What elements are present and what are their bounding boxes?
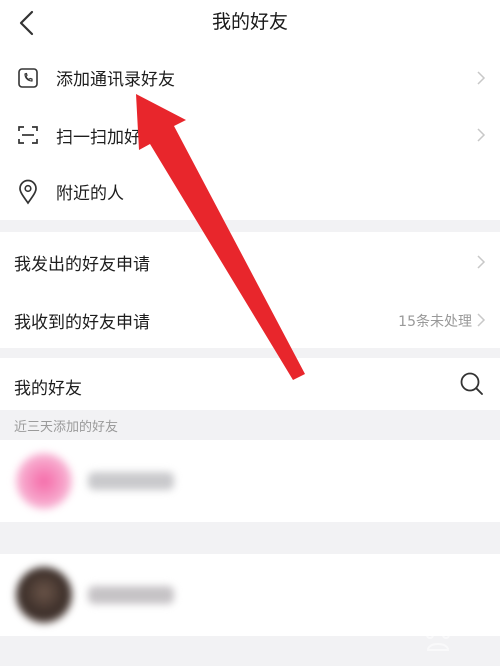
nearby-people-label: 附近的人 [56, 184, 124, 204]
scan-icon [14, 121, 42, 149]
chevron-right-icon [474, 128, 488, 142]
sent-requests-row[interactable]: 我发出的好友申请 [0, 232, 500, 290]
friend-name-redacted [88, 586, 174, 604]
recent-friends-label: 近三天添加的好友 [14, 420, 119, 435]
chevron-right-icon [474, 313, 488, 327]
pending-count-label: 15条未处理 [398, 314, 472, 330]
friend-name-redacted [88, 472, 174, 490]
scan-add-friend-label: 扫一扫加好 [56, 128, 141, 148]
search-icon [460, 372, 483, 395]
list-divider [0, 522, 500, 554]
header-bar: 我的好友 [0, 0, 500, 50]
page-title: 我的好友 [211, 11, 288, 33]
chevron-right-icon [474, 255, 488, 269]
recent-friends-subheader: 近三天添加的好友 [0, 410, 500, 440]
chevron-right-icon [474, 71, 488, 85]
add-contacts-friends-label: 添加通讯录好友 [56, 70, 175, 90]
nearby-people-row[interactable]: 附近的人 [0, 164, 500, 220]
phone-book-icon [14, 64, 42, 92]
avatar [16, 567, 72, 623]
scan-add-friend-row[interactable]: 扫一扫加好 [0, 106, 500, 164]
avatar [16, 453, 72, 509]
top-menu-section: 添加通讯录好友 扫一扫加好 附近的人 [0, 50, 500, 220]
friend-requests-section: 我发出的好友申请 我收到的好友申请 15条未处理 [0, 232, 500, 348]
location-pin-icon [14, 178, 42, 206]
watermark-logo [426, 627, 450, 651]
received-requests-label: 我收到的好友申请 [14, 313, 150, 333]
sent-requests-label: 我发出的好友申请 [14, 255, 150, 275]
my-friends-header: 我的好友 [0, 358, 500, 410]
friend-list-item[interactable] [0, 440, 500, 522]
my-friends-title: 我的好友 [14, 379, 82, 399]
add-contacts-friends-row[interactable]: 添加通讯录好友 [0, 50, 500, 106]
search-button[interactable] [458, 370, 486, 398]
received-requests-row[interactable]: 我收到的好友申请 15条未处理 [0, 290, 500, 348]
